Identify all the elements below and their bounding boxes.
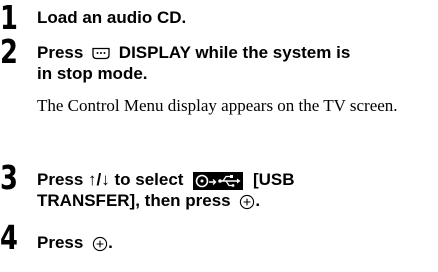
step-number: 4 — [0, 218, 18, 257]
display-button-icon — [91, 47, 111, 60]
step-instruction-line-1: Press DISPLAY while the system is — [37, 43, 350, 63]
step-instruction-line-1: Press ↑/↓ to select [USB — [37, 170, 295, 190]
instruction-text: [USB — [252, 170, 295, 189]
instruction-text: DISPLAY while the system is — [118, 43, 351, 62]
instruction-text: Press — [37, 43, 84, 62]
usb-transfer-icon — [193, 171, 244, 190]
step-number: 1 — [0, 0, 18, 37]
step-instruction-line-2: in stop mode. — [37, 64, 148, 83]
instruction-text: . — [108, 233, 113, 252]
step-instruction: Load an audio CD. — [37, 8, 187, 27]
step-instruction-line-2: TRANSFER], then press . — [37, 191, 260, 211]
enter-button-icon — [239, 194, 255, 210]
step-number: 3 — [0, 158, 18, 197]
instruction-text: Press ↑/↓ to select — [37, 170, 184, 189]
step-description: The Control Menu display appears on the … — [37, 96, 398, 115]
instruction-text: TRANSFER], then press — [37, 191, 231, 210]
instruction-text: Press — [37, 233, 84, 252]
step-number: 2 — [0, 32, 18, 71]
enter-button-icon — [92, 236, 108, 252]
instruction-text: . — [255, 191, 261, 210]
step-instruction-line-1: Press . — [37, 233, 113, 253]
